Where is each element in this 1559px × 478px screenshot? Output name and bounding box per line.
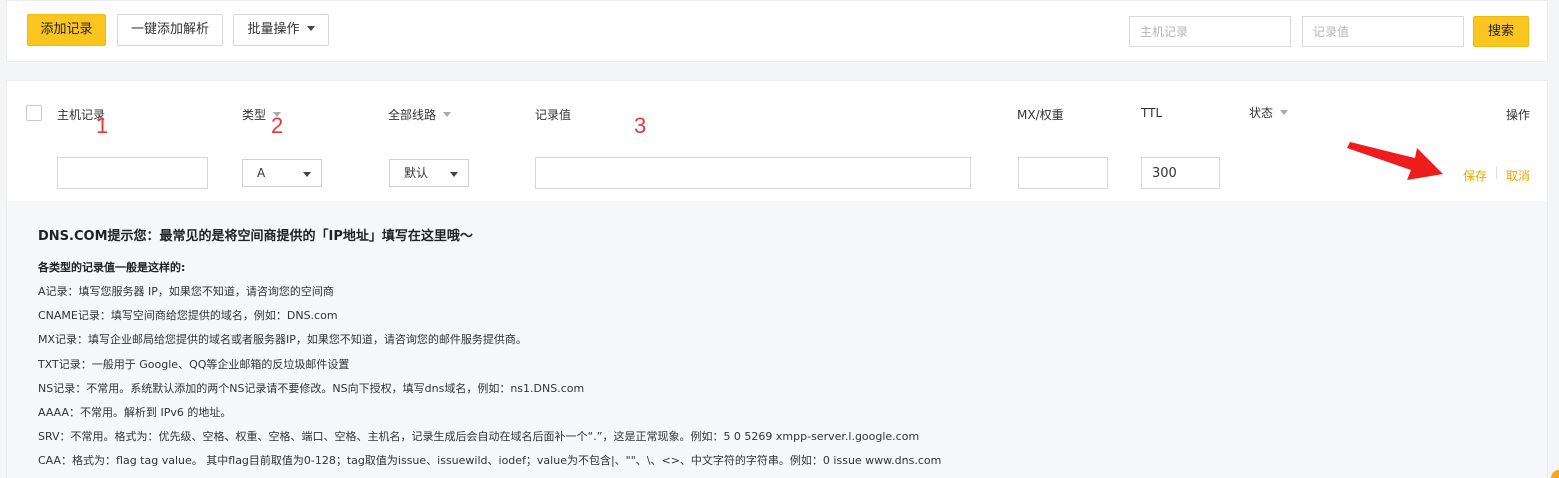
tip-line: CAA：格式为：flag tag value。 其中flag目前取值为0-128… (38, 454, 942, 468)
header-status[interactable]: 状态 (1249, 104, 1289, 121)
tip-line: A记录：填写您服务器 IP，如果您不知道，请咨询您的空间商 (38, 285, 334, 298)
tips-subtitle: 各类型的记录值一般是这样的: (38, 261, 186, 274)
chevron-down-icon (1280, 110, 1289, 115)
header-actions: 操作 (1506, 108, 1531, 122)
search-button[interactable]: 搜索 (1473, 16, 1529, 47)
tip-line: AAAA：不常用。解析到 IPv6 的地址。 (38, 405, 232, 419)
annotation-3: 3 (634, 113, 647, 138)
annotation-2: 2 (271, 113, 284, 138)
line-select[interactable]: 默认 (389, 159, 469, 187)
line-value: 默认 (404, 166, 429, 180)
tips-box: DNS.COM提示您：最常见的是将空间商提供的「IP地址」填写在这里哦～ 各类型… (7, 201, 1547, 478)
records-panel: 主机记录 类型 全部线路 记录值 MX/权重 TTL 状态 操作 1 2 3 A… (6, 80, 1548, 478)
save-link[interactable]: 保存 (1463, 167, 1487, 184)
add-record-button[interactable]: 添加记录 (27, 14, 106, 46)
tips-title: DNS.COM提示您：最常见的是将空间商提供的「IP地址」填写在这里哦～ (38, 229, 473, 244)
cancel-link[interactable]: 取消 (1506, 167, 1530, 184)
tip-line: MX记录：填写企业邮局给您提供的域名或者服务器IP，如果您不知道，请咨询您的邮件… (38, 333, 527, 347)
scroll-indicator (1551, 470, 1559, 478)
host-search-input[interactable] (1129, 16, 1291, 47)
tip-line: SRV：不常用。格式为：优先级、空格、权重、空格、端口、空格、主机名，记录生成后… (38, 430, 920, 444)
header-ttl: TTL (1141, 106, 1163, 120)
value-search-input[interactable] (1302, 16, 1464, 47)
record-type-value: A (257, 166, 266, 180)
select-all-checkbox[interactable] (26, 105, 42, 121)
tip-line: NS记录：不常用。系统默认添加的两个NS记录请不要修改。NS向下授权，填写dns… (38, 381, 585, 395)
header-status-label: 状态 (1249, 106, 1274, 120)
one-click-add-button[interactable]: 一键添加解析 (117, 14, 223, 46)
header-line-label: 全部线路 (388, 108, 437, 122)
annotation-1: 1 (96, 113, 109, 138)
record-value-input[interactable] (535, 157, 971, 189)
chevron-down-icon (443, 112, 452, 117)
chevron-down-icon (450, 172, 458, 177)
chevron-down-icon (306, 26, 315, 31)
ttl-input[interactable] (1141, 157, 1220, 189)
header-type-label: 类型 (242, 108, 267, 122)
red-arrow-icon (1347, 142, 1443, 180)
header-line[interactable]: 全部线路 (388, 106, 452, 123)
toolbar: 添加记录 一键添加解析 批量操作 搜索 (6, 0, 1548, 62)
host-record-input[interactable] (57, 157, 208, 189)
chevron-down-icon (303, 172, 311, 177)
header-value: 记录值 (535, 108, 572, 122)
tip-line: CNAME记录：填写空间商给您提供的域名，例如：DNS.com (38, 309, 338, 323)
action-separator (1496, 167, 1497, 179)
tip-line: TXT记录：一般用于 Google、QQ等企业邮箱的反垃圾邮件设置 (38, 357, 350, 371)
mx-weight-input[interactable] (1018, 157, 1108, 189)
batch-operations-dropdown[interactable]: 批量操作 (233, 14, 329, 46)
header-mx: MX/权重 (1017, 108, 1064, 122)
record-type-select[interactable]: A (242, 159, 322, 187)
batch-operations-label: 批量操作 (247, 22, 300, 37)
